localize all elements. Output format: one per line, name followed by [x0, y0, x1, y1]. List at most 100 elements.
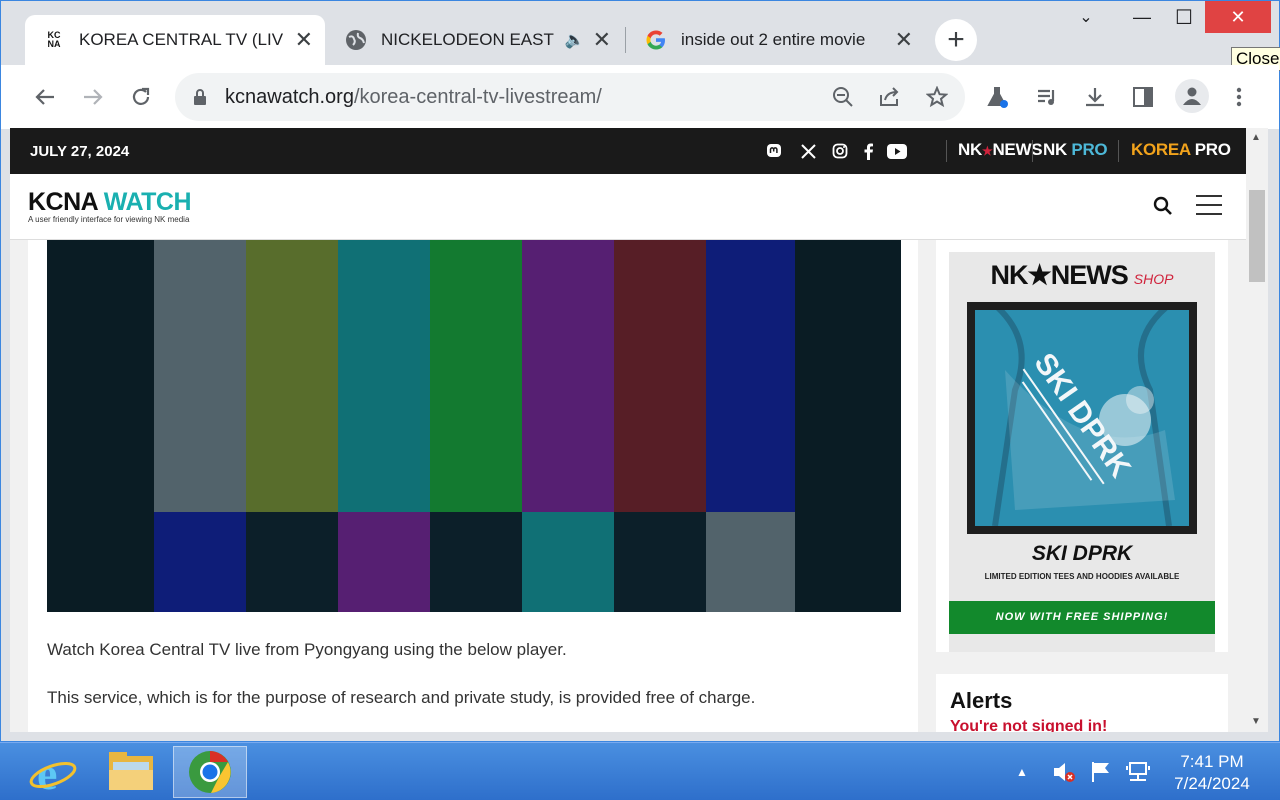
lock-icon[interactable]	[193, 89, 207, 105]
profile-avatar-icon[interactable]	[1175, 79, 1209, 113]
tab-search-chevron-icon[interactable]: ⌄	[1063, 1, 1109, 33]
color-bar	[706, 240, 795, 512]
tab-inside-out-2[interactable]: inside out 2 entire movie ✕	[627, 15, 925, 65]
hamburger-menu-icon[interactable]	[1196, 194, 1222, 221]
brand-korea: KOREA	[1131, 140, 1191, 159]
clock-date: 7/24/2024	[1174, 774, 1250, 793]
media-queue-icon[interactable]	[1033, 83, 1061, 111]
side-panel-icon[interactable]	[1129, 83, 1157, 111]
korea-pro-link[interactable]: KOREA PRO	[1131, 140, 1231, 160]
color-bar	[47, 240, 154, 612]
ski-dprk-shirt-graphic: SKI DPRK	[992, 310, 1175, 526]
nk-news-link[interactable]: NK★NEWS	[958, 140, 1043, 160]
labs-flask-icon[interactable]	[983, 83, 1011, 111]
logo-kcna: KCNA	[28, 188, 98, 216]
volume-muted-icon[interactable]	[1052, 761, 1076, 788]
alerts-panel: Alerts You're not signed in!	[936, 674, 1228, 732]
reload-icon[interactable]	[127, 83, 155, 111]
brand-nk: NK	[1043, 140, 1067, 159]
windows-taskbar: e ▲ 7:41 PM 7/24/2024	[0, 742, 1280, 800]
tab-nickelodeon-east[interactable]: NICKELODEON EAST 🔈 ✕	[327, 15, 623, 65]
url-path: /korea-central-tv-livestream/	[353, 85, 602, 108]
internet-explorer-icon[interactable]: e	[16, 746, 90, 798]
browser-toolbar: kcnawatch.org/korea-central-tv-livestrea…	[1, 65, 1279, 129]
close-tab-icon[interactable]: ✕	[895, 27, 913, 53]
brand-pro: PRO	[1071, 140, 1108, 159]
ad-shirt-image: SKI DPRK	[967, 302, 1197, 534]
color-bar	[522, 240, 614, 512]
kcna-watch-logo[interactable]: KCNA WATCH	[28, 188, 192, 217]
page-viewport: JULY 27, 2024 NK★NEWS NK PRO KOREA PRO K…	[10, 128, 1246, 732]
back-icon[interactable]	[31, 83, 59, 111]
not-signed-in-message[interactable]: You're not signed in!	[950, 718, 1107, 732]
kcna-favicon-icon: KC NA	[47, 30, 61, 49]
sidebar: NK★NEWS SHOP SKI DPRK SKI DPRK LIMITED E…	[936, 240, 1228, 652]
color-bar	[706, 512, 795, 612]
divider	[946, 140, 947, 162]
tab-korea-central-tv[interactable]: KC NA KOREA CENTRAL TV (LIV ✕	[25, 15, 325, 65]
tab-separator	[625, 27, 626, 53]
color-bar	[522, 512, 614, 612]
chrome-taskbar-icon[interactable]	[173, 746, 247, 798]
alerts-heading: Alerts	[950, 688, 1013, 713]
page-content: Watch Korea Central TV live from Pyongya…	[10, 240, 1246, 732]
speaker-icon[interactable]: 🔈	[565, 30, 585, 50]
globe-icon	[345, 29, 367, 51]
zoom-icon[interactable]	[829, 83, 857, 111]
nk-news-shop-ad[interactable]: NK★NEWS SHOP SKI DPRK SKI DPRK LIMITED E…	[949, 252, 1215, 652]
url-text: kcnawatch.org/korea-central-tv-livestrea…	[225, 86, 602, 109]
scroll-down-arrow-icon[interactable]: ▼	[1251, 716, 1261, 727]
site-top-bar: JULY 27, 2024 NK★NEWS NK PRO KOREA PRO	[10, 128, 1246, 174]
color-bar	[338, 512, 430, 612]
minimize-button[interactable]: —	[1119, 1, 1165, 33]
forward-icon[interactable]	[79, 83, 107, 111]
intro-paragraph: Watch Korea Central TV live from Pyongya…	[47, 640, 567, 659]
color-bar	[246, 512, 338, 612]
system-clock[interactable]: 7:41 PM 7/24/2024	[1160, 751, 1264, 795]
color-bar	[795, 240, 901, 612]
facebook-icon[interactable]	[858, 141, 878, 161]
site-header: KCNA WATCH A user friendly interface for…	[10, 174, 1246, 240]
close-tab-icon[interactable]: ✕	[295, 27, 313, 53]
service-paragraph: This service, which is for the purpose o…	[47, 688, 756, 707]
ad-shop-label: SHOP	[1133, 271, 1174, 287]
bookmark-star-icon[interactable]	[923, 83, 951, 111]
download-icon[interactable]	[1081, 83, 1109, 111]
x-twitter-icon[interactable]	[798, 141, 818, 161]
brand-nk: NK	[958, 140, 982, 159]
brand-pro: PRO	[1194, 140, 1231, 159]
new-tab-button[interactable]: +	[935, 19, 977, 61]
search-icon[interactable]	[1153, 196, 1173, 221]
mastodon-icon[interactable]	[764, 141, 784, 161]
clock-time: 7:41 PM	[1180, 752, 1244, 771]
brand-news: NEWS	[992, 140, 1043, 159]
kctv-video-player[interactable]	[47, 240, 901, 612]
url-domain: kcnawatch.org	[225, 85, 354, 108]
maximize-button[interactable]: ☐	[1161, 1, 1207, 33]
close-tab-icon[interactable]: ✕	[593, 27, 611, 53]
instagram-icon[interactable]	[830, 141, 850, 161]
page-scrollbar[interactable]: ▲ ▼	[1246, 128, 1268, 732]
logo-watch: WATCH	[103, 188, 192, 216]
scroll-up-arrow-icon[interactable]: ▲	[1251, 132, 1261, 143]
color-bar	[430, 240, 522, 512]
share-icon[interactable]	[875, 83, 903, 111]
network-icon[interactable]	[1126, 761, 1150, 788]
action-center-flag-icon[interactable]	[1090, 761, 1112, 788]
star-icon: ★	[981, 144, 993, 158]
free-shipping-button[interactable]: NOW WITH FREE SHIPPING!	[949, 601, 1215, 634]
close-window-button[interactable]: ✕	[1205, 1, 1271, 33]
scrollbar-thumb[interactable]	[1249, 190, 1265, 282]
site-date: JULY 27, 2024	[30, 143, 130, 160]
tshirt-image: SKI DPRK	[975, 310, 1189, 526]
more-menu-icon[interactable]	[1225, 83, 1253, 111]
nk-pro-link[interactable]: NK PRO	[1043, 140, 1108, 160]
tab-strip: KC NA KOREA CENTRAL TV (LIV ✕ NICKELODEON…	[1, 1, 1280, 71]
file-explorer-icon[interactable]	[94, 746, 168, 798]
ad-brand: NK★NEWS SHOP	[949, 260, 1215, 291]
show-hidden-icons-chevron[interactable]: ▲	[1016, 765, 1028, 779]
youtube-icon[interactable]	[886, 141, 908, 161]
color-bar	[338, 240, 430, 512]
google-icon	[645, 29, 667, 51]
color-bar	[154, 240, 246, 512]
